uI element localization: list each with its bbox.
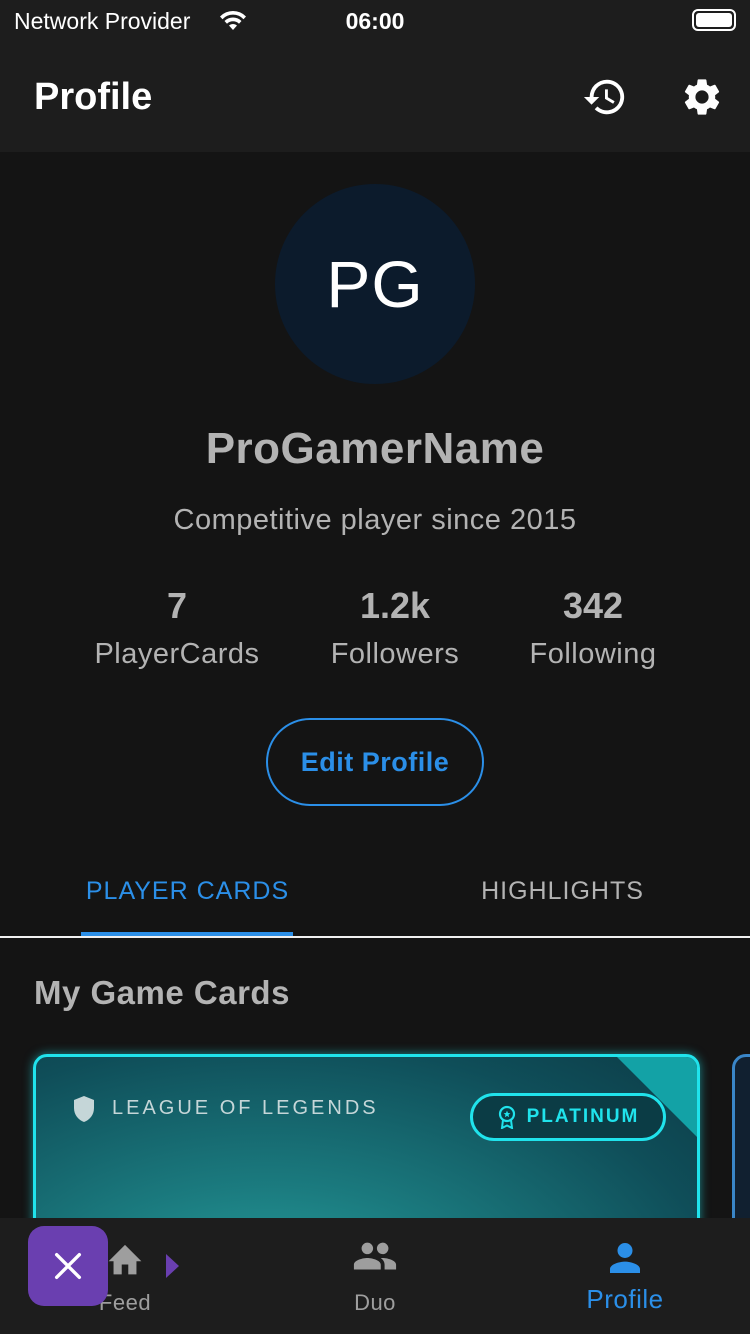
people-icon bbox=[350, 1236, 400, 1280]
nav-item-duo[interactable]: Duo bbox=[250, 1218, 500, 1334]
award-icon bbox=[498, 1105, 515, 1129]
stat-playercards[interactable]: 7 PlayerCards bbox=[72, 584, 282, 671]
battery-icon bbox=[692, 9, 736, 31]
history-icon bbox=[583, 79, 625, 115]
person-icon bbox=[600, 1236, 650, 1280]
close-fab-button[interactable] bbox=[28, 1226, 108, 1306]
settings-button[interactable] bbox=[677, 72, 727, 122]
shield-icon bbox=[74, 1096, 94, 1122]
avatar[interactable]: PG bbox=[275, 184, 475, 384]
stat-following[interactable]: 342 Following bbox=[488, 584, 698, 671]
stat-value: 342 bbox=[562, 585, 624, 626]
active-tab-indicator bbox=[81, 932, 293, 936]
nav-label: Profile bbox=[586, 1284, 664, 1314]
section-title: My Game Cards bbox=[34, 974, 290, 1011]
profile-stats: 7 PlayerCards 1.2k Followers 342 Followi… bbox=[0, 584, 750, 684]
bottom-nav: Feed Duo Profile bbox=[0, 1218, 750, 1334]
close-icon bbox=[54, 1252, 82, 1280]
stat-value: 1.2k bbox=[359, 585, 431, 626]
stat-label: Followers bbox=[330, 638, 460, 670]
rank-label: PLATINUM bbox=[526, 1106, 640, 1127]
profile-tabs: PLAYER CARDS HIGHLIGHTS bbox=[0, 846, 750, 938]
app-bar: Profile bbox=[0, 44, 750, 152]
bio: Competitive player since 2015 bbox=[173, 504, 577, 536]
tab-player-cards[interactable]: PLAYER CARDS bbox=[30, 846, 345, 936]
nav-label: Duo bbox=[354, 1290, 396, 1315]
stat-followers[interactable]: 1.2k Followers bbox=[290, 584, 500, 671]
edit-profile-button[interactable]: Edit Profile bbox=[266, 718, 484, 806]
stat-label: PlayerCards bbox=[94, 638, 260, 670]
page-title: Profile bbox=[34, 76, 153, 118]
nav-item-profile[interactable]: Profile bbox=[500, 1218, 750, 1334]
avatar-initials: PG bbox=[326, 247, 424, 321]
history-button[interactable] bbox=[580, 72, 630, 122]
tab-highlights[interactable]: HIGHLIGHTS bbox=[405, 846, 720, 936]
rank-badge: PLATINUM bbox=[470, 1093, 666, 1141]
stat-value: 7 bbox=[166, 585, 188, 626]
game-name: LEAGUE OF LEGENDS bbox=[112, 1097, 379, 1119]
stat-label: Following bbox=[529, 638, 657, 670]
status-bar: Network Provider 06:00 bbox=[0, 0, 750, 44]
clock: 06:00 bbox=[345, 8, 405, 34]
gear-icon bbox=[684, 79, 720, 115]
fab-arrow-icon bbox=[166, 1254, 179, 1278]
username: ProGamerName bbox=[205, 424, 545, 473]
